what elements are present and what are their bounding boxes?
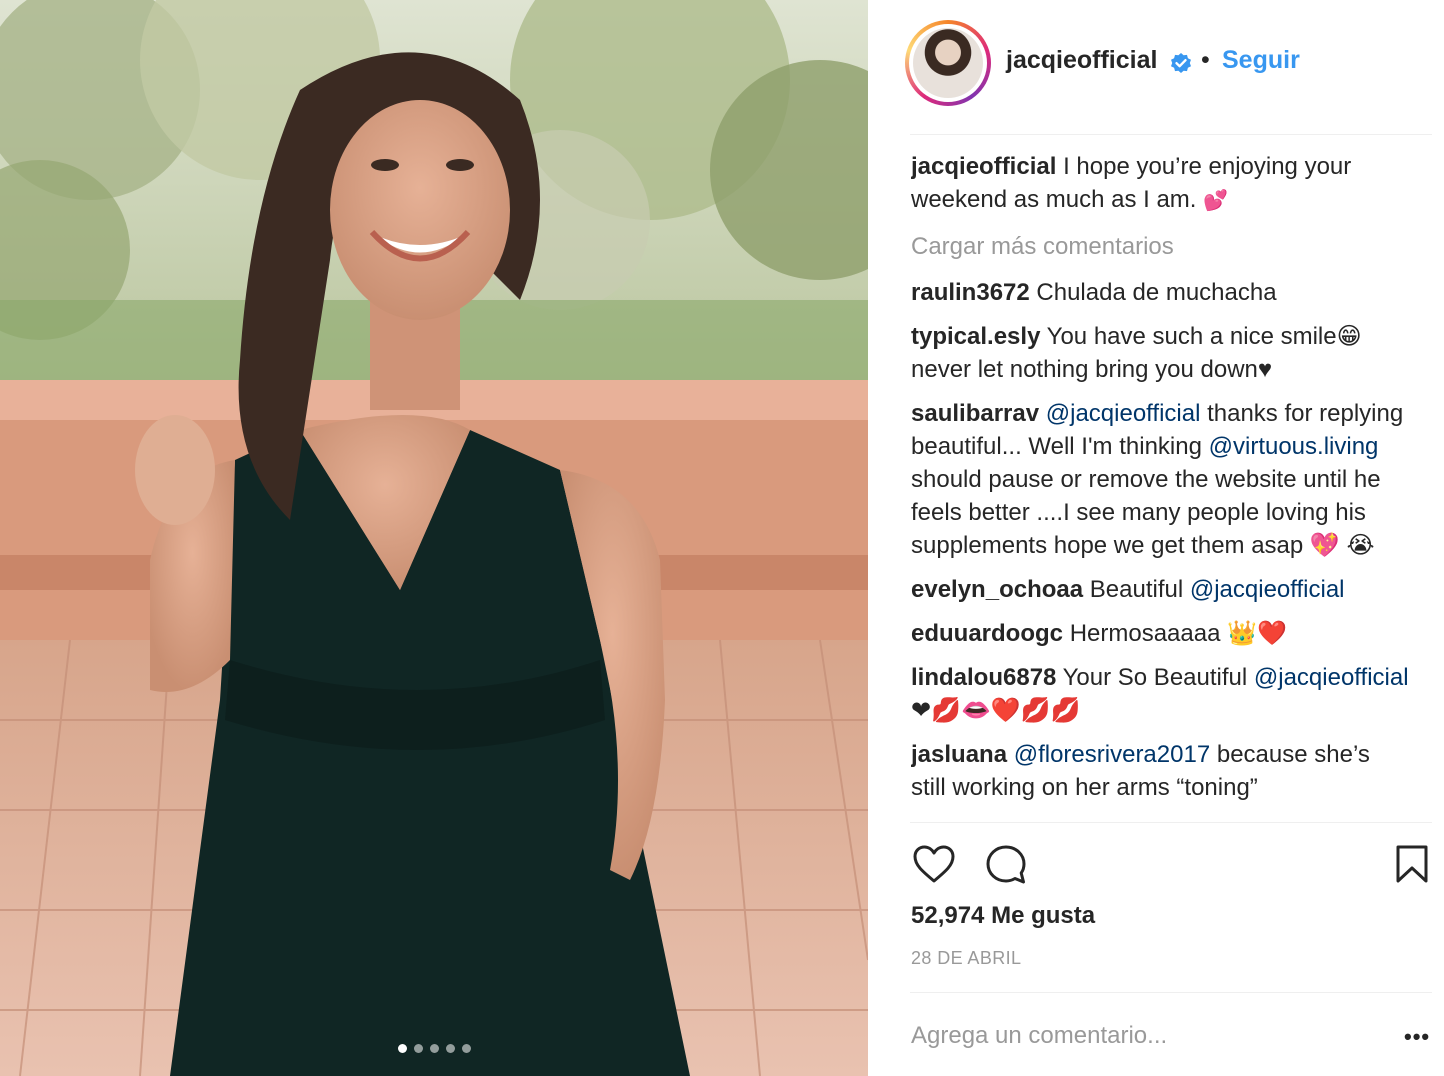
add-comment-input[interactable] <box>911 1016 1381 1056</box>
header-divider <box>910 134 1432 135</box>
comment-text: Your So Beautiful <box>1062 664 1248 691</box>
carousel-dot[interactable] <box>397 1044 407 1053</box>
comment-text: should pause or remove the website until… <box>911 466 1381 559</box>
more-options-button[interactable]: ••• <box>1404 1024 1430 1050</box>
photo-illustration <box>0 0 868 1076</box>
post-date[interactable]: 28 DE ABRIL <box>911 948 1021 969</box>
comment-item: raulin3672 Chulada de muchacha <box>911 276 1411 309</box>
comment-icon[interactable] <box>985 844 1027 886</box>
heart-icon[interactable] <box>912 844 956 884</box>
likes-count[interactable]: 52,974 Me gusta <box>911 902 1095 930</box>
comment-mention[interactable]: @jacqieofficial <box>1190 576 1345 603</box>
header-separator: • <box>1201 46 1210 74</box>
verified-badge-icon <box>1171 53 1191 73</box>
carousel-dot[interactable] <box>413 1044 423 1053</box>
bookmark-icon[interactable] <box>1395 844 1429 884</box>
comment-item: saulibarrav @jacqieofficial thanks for r… <box>911 397 1411 562</box>
comment-text: Beautiful <box>1089 576 1184 603</box>
comment-item: eduuardoogc Hermosaaaaa 👑❤️ <box>911 617 1411 650</box>
carousel-dot[interactable] <box>429 1044 439 1053</box>
comment-item: typical.esly You have such a nice smile😁… <box>911 320 1411 386</box>
comment-text: Hermosaaaaa 👑❤️ <box>1069 620 1287 647</box>
comment-username[interactable]: saulibarrav <box>911 400 1039 427</box>
comment-box-divider <box>910 992 1432 993</box>
post-header: jacqieofficial • Seguir <box>868 0 1444 134</box>
comment-username[interactable]: jasluana <box>911 741 1007 768</box>
comment-mention[interactable]: @floresrivera2017 <box>1014 741 1210 768</box>
comment-item: evelyn_ochoaa Beautiful @jacqieofficial <box>911 573 1411 606</box>
comments-list[interactable]: jacqieofficial I hope you’re enjoying yo… <box>911 150 1411 822</box>
comment-text: Chulada de muchacha <box>1036 279 1277 306</box>
caption: jacqieofficial I hope you’re enjoying yo… <box>911 150 1411 218</box>
comment-username[interactable]: lindalou6878 <box>911 664 1056 691</box>
load-more-comments-button[interactable]: Cargar más comentarios <box>911 230 1411 263</box>
comment-mention[interactable]: @jacqieofficial <box>1046 400 1201 427</box>
avatar-frame <box>909 24 987 102</box>
comment-username[interactable]: typical.esly <box>911 323 1040 350</box>
carousel-dot[interactable] <box>445 1044 455 1053</box>
comment-mention[interactable]: @virtuous.living <box>1209 433 1379 460</box>
comment-item: lindalou6878 Your So Beautiful @jacqieof… <box>911 661 1411 727</box>
post-details-panel: jacqieofficial • Seguir jacqieofficial I… <box>868 0 1444 1076</box>
comment-mention[interactable]: @jacqieofficial <box>1254 664 1409 691</box>
comment-username[interactable]: eduuardoogc <box>911 620 1063 647</box>
comment-username[interactable]: raulin3672 <box>911 279 1030 306</box>
story-ring[interactable] <box>905 20 991 106</box>
avatar[interactable] <box>913 28 983 98</box>
carousel-indicator[interactable] <box>0 1044 868 1058</box>
carousel-dot[interactable] <box>461 1044 471 1053</box>
caption-emoji: 💕 <box>1203 190 1229 212</box>
header-username[interactable]: jacqieofficial <box>1006 46 1157 75</box>
caption-username[interactable]: jacqieofficial <box>911 153 1056 180</box>
comment-emoji-tail: ❤💋👄❤️💋💋 <box>911 697 1081 724</box>
action-bar <box>868 822 1444 902</box>
comment-username[interactable]: evelyn_ochoaa <box>911 576 1083 603</box>
comment-item: jasluana @floresrivera2017 because she’s… <box>911 738 1411 804</box>
follow-button[interactable]: Seguir <box>1222 46 1300 75</box>
post-photo[interactable] <box>0 0 868 1076</box>
